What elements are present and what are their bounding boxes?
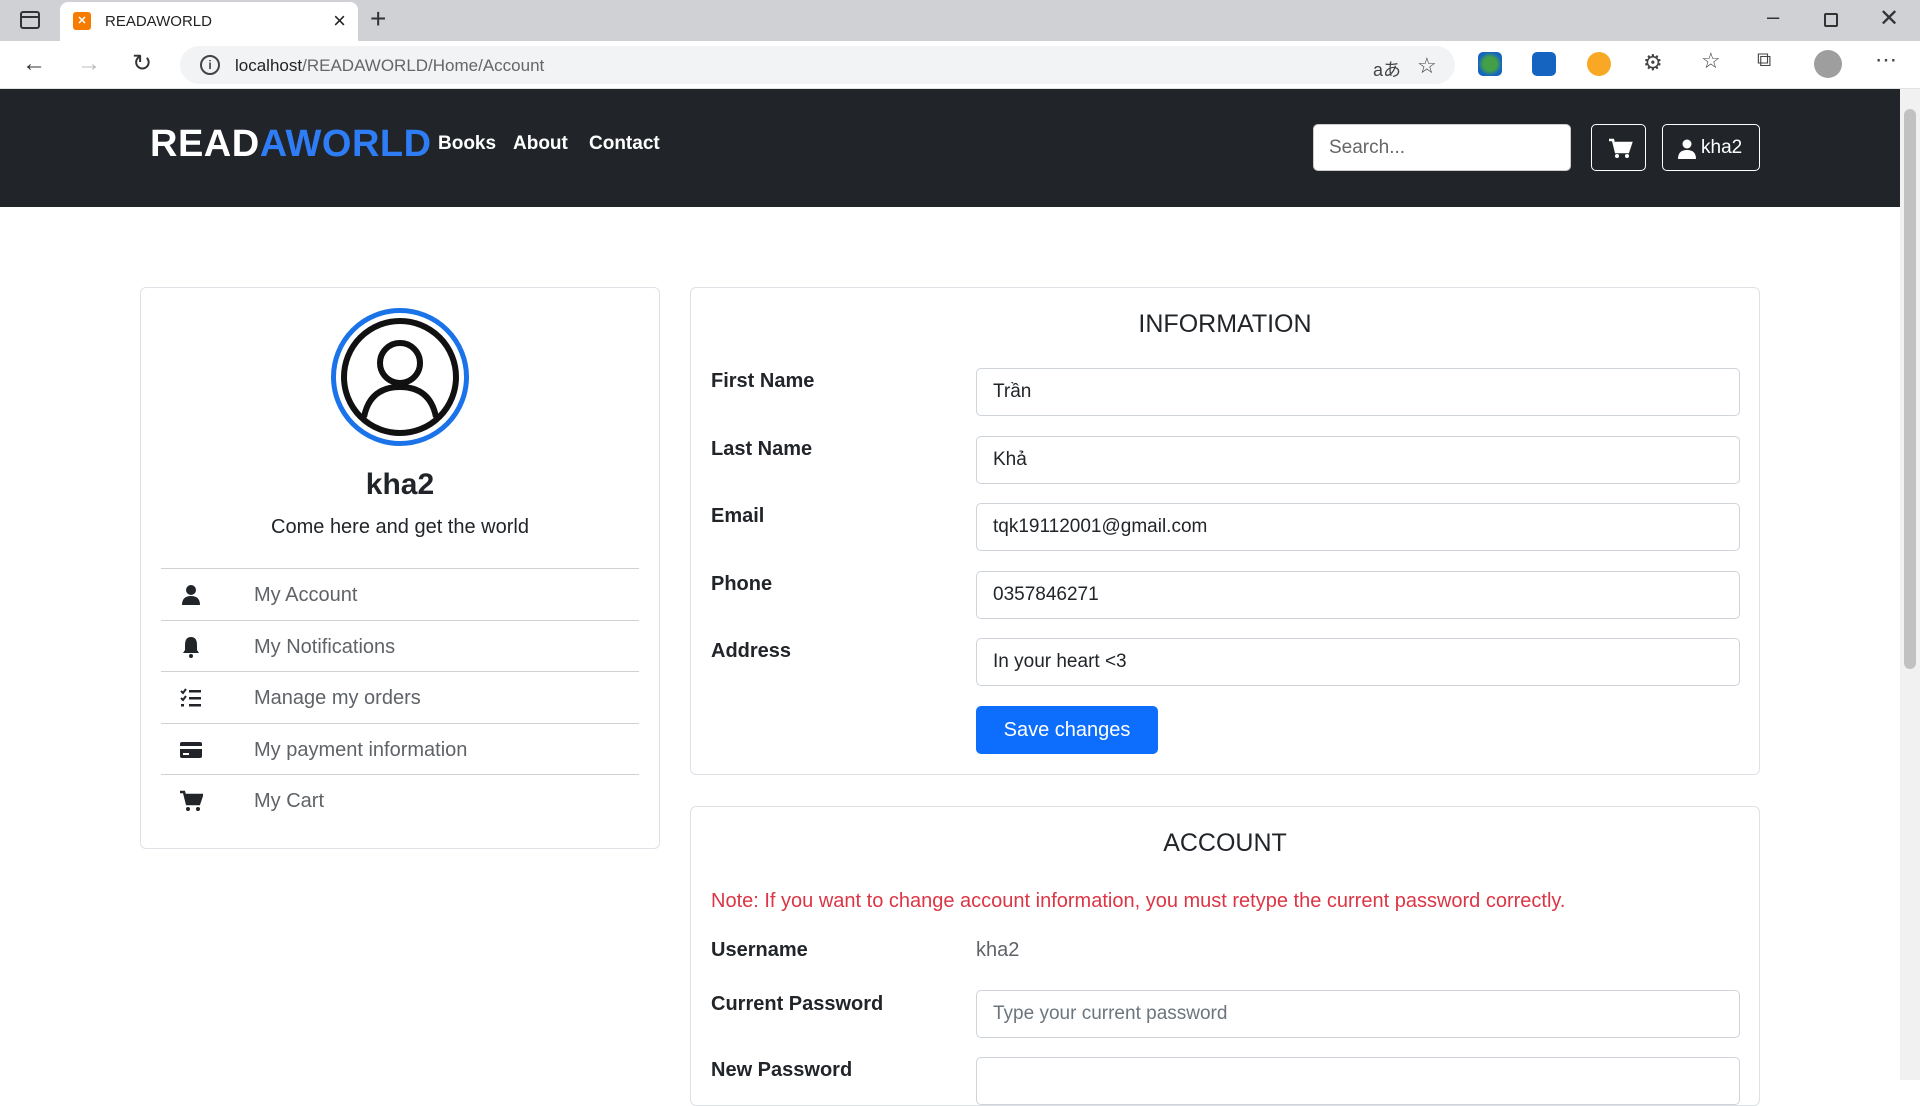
- email-label: Email: [711, 505, 765, 527]
- cart-icon: [1609, 138, 1633, 158]
- nav-about[interactable]: About: [513, 133, 568, 155]
- first-name-label: First Name: [711, 370, 815, 392]
- restore-icon[interactable]: [1824, 13, 1838, 27]
- reload-icon[interactable]: ↻: [132, 50, 152, 78]
- phone-label: Phone: [711, 573, 773, 595]
- current-password-field[interactable]: [976, 990, 1740, 1038]
- brand-logo[interactable]: READAWORLD: [150, 123, 432, 166]
- user-circle-icon: [341, 318, 459, 436]
- more-menu-icon[interactable]: ⋯: [1875, 47, 1897, 73]
- email-field[interactable]: [976, 503, 1740, 551]
- account-note: Note: If you want to change account info…: [711, 890, 1566, 912]
- extension-j-icon[interactable]: [1532, 52, 1556, 76]
- menu-label: My Account: [254, 584, 358, 606]
- profile-card: kha2 Come here and get the world My Acco…: [140, 287, 660, 849]
- read-aloud-icon[interactable]: aあ: [1373, 56, 1401, 82]
- xampp-favicon-icon: ✕: [73, 12, 91, 30]
- avatar: [331, 308, 469, 446]
- tab-actions-icon[interactable]: [20, 11, 40, 29]
- window-close-icon[interactable]: ✕: [1879, 4, 1899, 33]
- new-password-field[interactable]: [976, 1057, 1740, 1105]
- collections-icon[interactable]: ⧉: [1757, 49, 1771, 72]
- search-input[interactable]: [1313, 124, 1571, 171]
- browser-tab-bar: ✕ READAWORLD × + – ✕: [0, 0, 1920, 41]
- list-check-icon: [180, 688, 201, 707]
- menu-item-my-notifications[interactable]: My Notifications: [161, 621, 639, 672]
- last-name-field[interactable]: [976, 436, 1740, 484]
- profile-avatar-icon[interactable]: [1814, 50, 1842, 78]
- favorites-icon[interactable]: ☆: [1701, 48, 1721, 74]
- address-field[interactable]: [976, 638, 1740, 686]
- profile-name: kha2: [365, 468, 435, 501]
- username-label: Username: [711, 939, 808, 961]
- account-title: ACCOUNT: [1163, 829, 1287, 857]
- back-icon[interactable]: ←: [22, 50, 46, 78]
- save-changes-button[interactable]: Save changes: [976, 706, 1158, 754]
- tab-close-icon[interactable]: ×: [333, 9, 346, 33]
- extensions-icon[interactable]: ⚙: [1643, 50, 1663, 76]
- phone-field[interactable]: [976, 571, 1740, 619]
- account-card: ACCOUNT Note: If you want to change acco…: [690, 806, 1760, 1106]
- menu-label: My payment information: [254, 738, 468, 761]
- add-favorite-icon[interactable]: ☆: [1417, 53, 1437, 79]
- address-label: Address: [711, 640, 792, 662]
- page-scrollbar[interactable]: [1900, 89, 1920, 1080]
- menu-item-my-cart[interactable]: My Cart: [161, 775, 639, 827]
- cart-button[interactable]: [1591, 124, 1646, 171]
- site-navbar: READAWORLD Books About Contact kha2: [0, 89, 1900, 207]
- current-password-label: Current Password: [711, 993, 884, 1015]
- new-password-label: New Password: [711, 1059, 853, 1081]
- profile-tagline: Come here and get the world: [271, 516, 529, 538]
- menu-label: Manage my orders: [254, 687, 421, 709]
- site-info-icon[interactable]: i: [200, 55, 220, 75]
- bell-icon: [183, 636, 199, 658]
- information-card: INFORMATION First Name Last Name Email P…: [690, 287, 1760, 775]
- profile-menu: My Account My Notifications Manage my or…: [161, 568, 639, 827]
- menu-label: My Notifications: [254, 635, 396, 658]
- extension-burger-icon[interactable]: [1587, 52, 1611, 76]
- first-name-field[interactable]: [976, 368, 1740, 416]
- menu-item-my-account[interactable]: My Account: [161, 569, 639, 621]
- nav-books[interactable]: Books: [438, 133, 496, 155]
- user-menu-button[interactable]: kha2: [1662, 124, 1760, 171]
- minimize-icon[interactable]: –: [1767, 4, 1779, 30]
- menu-item-payment-information[interactable]: My payment information: [161, 724, 639, 775]
- user-icon: [182, 585, 200, 605]
- new-tab-icon[interactable]: +: [370, 4, 386, 34]
- nav-contact[interactable]: Contact: [589, 133, 660, 155]
- address-bar-row: ← → ↻ i localhost/READAWORLD/Home/Accoun…: [0, 41, 1920, 89]
- information-title: INFORMATION: [1138, 310, 1312, 338]
- menu-label: My Cart: [254, 790, 324, 812]
- browser-tab[interactable]: ✕ READAWORLD ×: [60, 2, 358, 41]
- menu-item-manage-orders[interactable]: Manage my orders: [161, 672, 639, 724]
- credit-card-icon: [180, 741, 202, 758]
- user-button-label: kha2: [1701, 137, 1743, 158]
- url-text: localhost/READAWORLD/Home/Account: [235, 56, 545, 75]
- forward-icon[interactable]: →: [77, 50, 101, 78]
- extension-globe-icon[interactable]: [1478, 52, 1502, 76]
- username-value: kha2: [976, 939, 1020, 961]
- tab-title: READAWORLD: [105, 13, 212, 30]
- url-field[interactable]: i localhost/READAWORLD/Home/Account aあ ☆: [180, 46, 1455, 84]
- last-name-label: Last Name: [711, 438, 813, 460]
- cart-icon: [180, 790, 203, 811]
- scrollbar-thumb[interactable]: [1904, 109, 1916, 669]
- user-icon: [1678, 139, 1696, 159]
